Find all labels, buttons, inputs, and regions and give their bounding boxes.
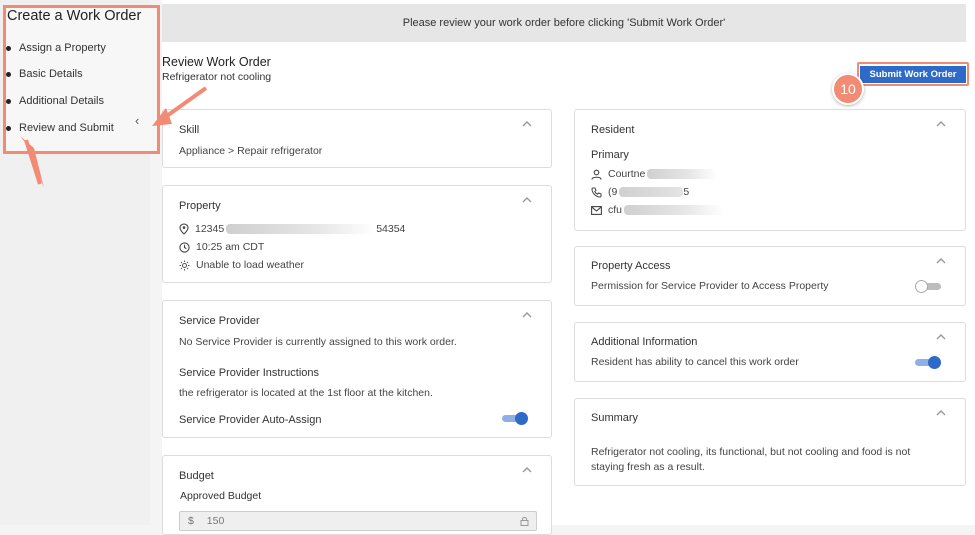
instructions-title: Service Provider Instructions	[179, 367, 319, 379]
skill-card: Skill Appliance > Repair refrigerator	[162, 109, 552, 168]
step-label: Basic Details	[19, 68, 83, 80]
budget-card: Budget Approved Budget $ 150	[162, 455, 552, 535]
clock-icon	[179, 241, 190, 253]
sidebar-step-review-submit[interactable]: Review and Submit	[6, 122, 114, 134]
redacted-address	[226, 224, 377, 234]
skill-value: Appliance > Repair refrigerator	[179, 145, 323, 157]
summary-card: Summary Refrigerator not cooling, its fu…	[574, 398, 966, 486]
resident-name: Courtne	[591, 168, 718, 180]
service-provider-card: Service Provider No Service Provider is …	[162, 300, 552, 438]
person-icon	[591, 169, 602, 180]
additional-info-label: Resident has ability to cancel this work…	[591, 356, 799, 368]
location-pin-icon	[179, 223, 189, 235]
resident-type: Primary	[591, 149, 629, 161]
step-number-badge: 10	[832, 73, 864, 105]
resident-card: Resident Primary Courtne (9 5 cfu	[574, 109, 966, 231]
step-label: Assign a Property	[19, 42, 106, 54]
property-access-card: Property Access Permission for Service P…	[574, 246, 966, 306]
page-subtitle: Refrigerator not cooling	[162, 71, 272, 83]
address-prefix: 12345	[195, 223, 225, 235]
budget-value: 150	[206, 515, 225, 527]
chevron-up-icon[interactable]	[935, 331, 947, 343]
chevron-up-icon[interactable]	[521, 194, 533, 206]
chevron-up-icon[interactable]	[935, 118, 947, 130]
redacted-name	[647, 169, 718, 179]
mail-icon	[591, 205, 602, 215]
toggle-knob	[515, 412, 528, 425]
service-provider-title: Service Provider	[179, 315, 260, 327]
summary-title: Summary	[591, 412, 639, 424]
sidebar-step-basic-details[interactable]: Basic Details	[6, 68, 83, 80]
sidebar: Create a Work Order Assign a Property Ba…	[0, 0, 160, 525]
property-access-title: Property Access	[591, 260, 671, 272]
property-time: 10:25 am CDT	[179, 241, 264, 253]
step-label: Review and Submit	[19, 122, 114, 134]
submit-work-order-button[interactable]: Submit Work Order	[860, 66, 966, 83]
chevron-left-icon[interactable]: ‹	[135, 113, 139, 128]
sidebar-step-assign-property[interactable]: Assign a Property	[6, 42, 106, 54]
step-bullet-icon	[6, 98, 11, 104]
property-title: Property	[179, 200, 221, 212]
summary-text-line1: Refrigerator not cooling, its functional…	[591, 446, 911, 458]
step-bullet-icon	[6, 71, 11, 77]
resident-email: cfu	[591, 204, 725, 216]
chevron-up-icon[interactable]	[935, 407, 947, 419]
auto-assign-toggle[interactable]	[502, 412, 528, 425]
cancel-permission-toggle[interactable]	[915, 356, 941, 369]
summary-text-line2: staying fresh as a result.	[591, 461, 705, 473]
instructions-text: the refrigerator is located at the 1st f…	[179, 387, 433, 399]
property-address: 12345 54354	[179, 223, 405, 235]
redacted-email	[624, 205, 725, 215]
approved-budget-label: Approved Budget	[180, 490, 262, 502]
skill-title: Skill	[179, 124, 200, 136]
property-access-toggle[interactable]	[915, 280, 941, 293]
auto-assign-label: Service Provider Auto-Assign	[179, 414, 322, 426]
approved-budget-input[interactable]: $ 150	[179, 511, 537, 531]
property-access-label: Permission for Service Provider to Acces…	[591, 280, 829, 292]
budget-title: Budget	[179, 470, 214, 482]
service-provider-status: No Service Provider is currently assigne…	[179, 336, 457, 348]
redacted-phone	[619, 187, 684, 197]
resident-title: Resident	[591, 124, 635, 136]
chevron-up-icon[interactable]	[521, 118, 533, 130]
phone-icon	[591, 187, 602, 198]
chevron-up-icon[interactable]	[521, 464, 533, 476]
property-weather: Unable to load weather	[179, 259, 304, 271]
toggle-knob	[928, 356, 941, 369]
chevron-up-icon[interactable]	[935, 255, 947, 267]
sun-icon	[179, 260, 190, 270]
currency-symbol: $	[188, 515, 194, 527]
additional-info-title: Additional Information	[591, 336, 698, 348]
toggle-knob	[915, 280, 928, 293]
address-suffix: 54354	[376, 223, 406, 235]
sidebar-title: Create a Work Order	[7, 8, 142, 24]
step-label: Additional Details	[19, 95, 104, 107]
additional-info-card: Additional Information Resident has abil…	[574, 322, 966, 382]
resident-phone: (9 5	[591, 186, 689, 198]
review-banner: Please review your work order before cli…	[162, 4, 966, 42]
main-content: Please review your work order before cli…	[162, 0, 975, 535]
page-title: Review Work Order	[162, 55, 271, 69]
step-bullet-icon	[6, 45, 11, 51]
property-card: Property 12345 54354 10:25 am CDT Unable…	[162, 185, 552, 283]
sidebar-step-additional-details[interactable]: Additional Details	[6, 95, 104, 107]
chevron-up-icon[interactable]	[521, 309, 533, 321]
step-bullet-icon	[6, 125, 11, 131]
